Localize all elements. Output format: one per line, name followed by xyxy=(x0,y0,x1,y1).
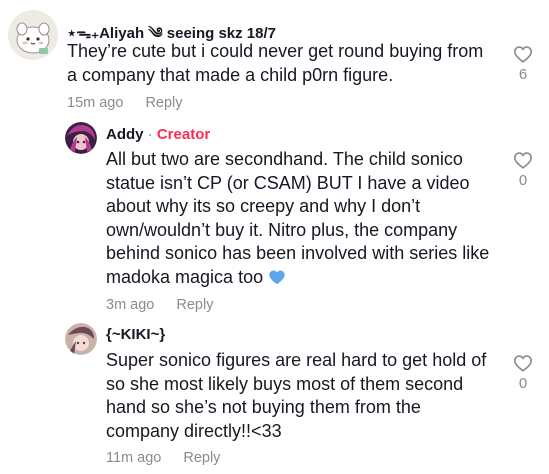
heart-outline-icon xyxy=(513,152,533,169)
heart-outline-icon xyxy=(513,355,533,372)
username-text[interactable]: Addy xyxy=(106,126,144,143)
avatar[interactable] xyxy=(8,10,58,60)
comment-meta: 3m ago Reply xyxy=(106,297,213,313)
reply-button[interactable]: Reply xyxy=(183,450,220,466)
comment-timestamp: 15m ago xyxy=(67,95,124,111)
like-button[interactable]: 6 xyxy=(508,45,538,83)
anime-avatar-icon xyxy=(65,323,97,355)
comment-text: They’re cute but i could never get round… xyxy=(67,41,484,85)
comment-text: Super sonico figures are real hard to ge… xyxy=(106,350,487,441)
comment-text: All but two are secondhand. The child so… xyxy=(106,148,491,291)
comment-username[interactable]: {~KIKI~} xyxy=(106,326,165,343)
like-count: 0 xyxy=(518,172,528,189)
anime-avatar-icon xyxy=(65,122,97,154)
reply-button[interactable]: Reply xyxy=(145,95,182,111)
reply-button[interactable]: Reply xyxy=(176,297,213,313)
comment-timestamp: 3m ago xyxy=(106,297,155,313)
comment-meta: 15m ago Reply xyxy=(67,95,183,111)
like-count: 6 xyxy=(518,66,528,83)
comment-text-content: All but two are secondhand. The child so… xyxy=(106,149,490,287)
creator-badge: Creator xyxy=(156,126,211,143)
blue-heart-emoji-icon xyxy=(268,268,286,292)
separator-dot: · xyxy=(147,126,153,143)
comment-timestamp: 11m ago xyxy=(106,450,162,466)
like-button[interactable]: 0 xyxy=(508,151,538,189)
comment-meta: 11m ago Reply xyxy=(106,450,220,466)
avatar[interactable] xyxy=(65,122,97,154)
comment-username[interactable]: Addy · Creator xyxy=(106,126,210,143)
heart-outline-icon xyxy=(513,46,533,63)
chiikawa-avatar-icon xyxy=(8,10,58,60)
like-count: 0 xyxy=(518,375,528,392)
like-button[interactable]: 0 xyxy=(508,354,538,392)
avatar[interactable] xyxy=(65,323,97,355)
